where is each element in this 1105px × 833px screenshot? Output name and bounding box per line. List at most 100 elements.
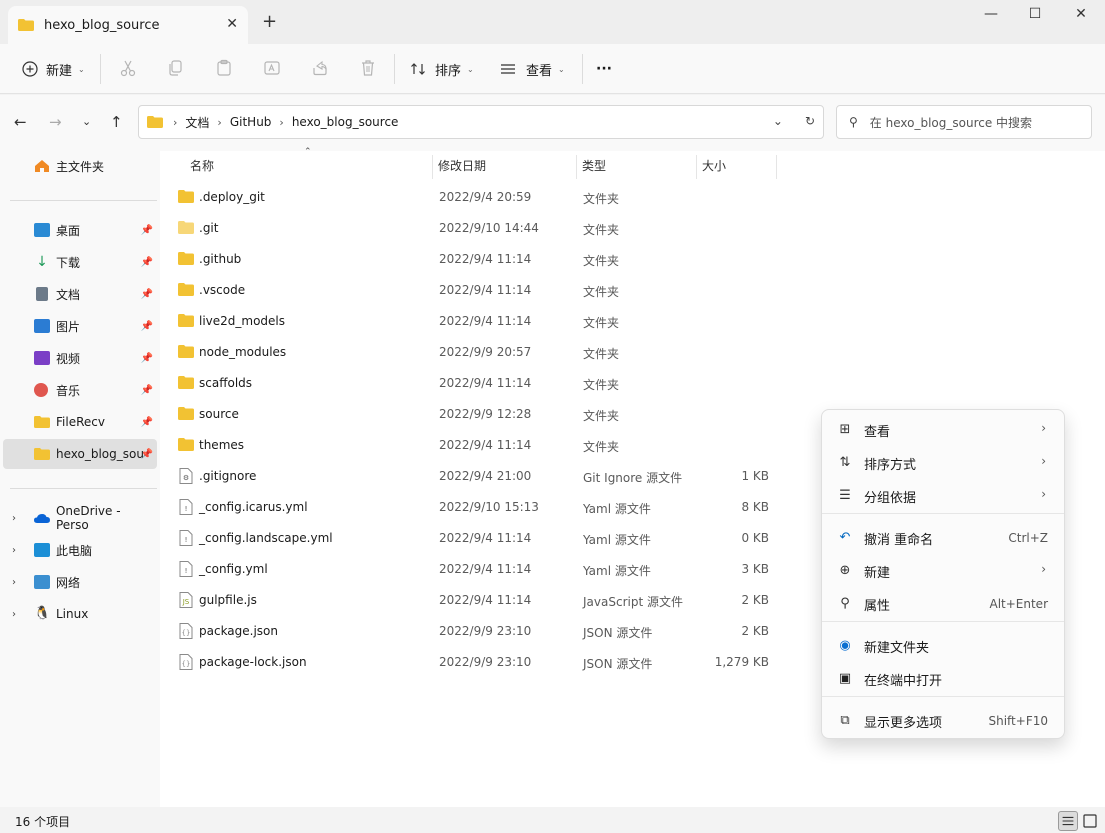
sort-ascending-caret-icon: ⌃	[304, 147, 312, 157]
sidebar-item-home[interactable]: 主文件夹	[0, 151, 157, 181]
sidebar-item-hexo-blog-source[interactable]: hexo_blog_sou 📌	[3, 439, 157, 469]
column-resize-handle[interactable]	[776, 155, 777, 179]
breadcrumb-hexo-blog-source[interactable]: hexo_blog_source	[292, 115, 399, 129]
pin-icon[interactable]: 📌	[141, 257, 153, 268]
sidebar-item-linux[interactable]: › 🐧 Linux	[0, 599, 157, 629]
breadcrumb-separator-icon: ›	[279, 115, 284, 129]
chevron-right-icon: ›	[1041, 421, 1046, 435]
table-row[interactable]: .github 2022/9/4 11:14 文件夹	[160, 244, 1105, 275]
context-menu-item[interactable]: ⚲ 属性 Alt+Enter	[826, 588, 1062, 620]
breadcrumb-documents[interactable]: 文档	[185, 114, 209, 131]
chevron-right-icon[interactable]: ›	[12, 513, 16, 524]
divider	[10, 488, 157, 489]
context-menu-item[interactable]: ⊕ 新建 ›	[826, 555, 1062, 587]
table-row[interactable]: .vscode 2022/9/4 11:14 文件夹	[160, 275, 1105, 306]
column-resize-handle[interactable]	[576, 155, 577, 179]
table-row[interactable]: .git 2022/9/10 14:44 文件夹	[160, 213, 1105, 244]
sidebar-item-music[interactable]: 音乐 📌	[0, 375, 157, 405]
recent-locations-chevron-icon[interactable]: ⌄	[82, 115, 91, 128]
table-row[interactable]: .deploy_git 2022/9/4 20:59 文件夹	[160, 182, 1105, 213]
file-type: Yaml 源文件	[583, 564, 651, 578]
up-arrow-icon[interactable]: ↑	[110, 113, 123, 131]
column-header-modified[interactable]: 修改日期	[438, 157, 486, 174]
tab-hexo-blog-source[interactable]: hexo_blog_source ✕	[8, 6, 248, 44]
new-tab-button[interactable]: +	[262, 12, 277, 32]
chevron-right-icon[interactable]: ›	[12, 545, 16, 556]
paste-icon[interactable]	[214, 58, 234, 78]
sort-button[interactable]: 排序 ⌄	[410, 57, 474, 81]
breadcrumb-separator-icon: ›	[217, 115, 222, 129]
thumbnail-view-icon[interactable]	[1080, 811, 1100, 831]
column-header-type[interactable]: 类型	[582, 157, 606, 174]
column-header-name[interactable]: 名称	[190, 157, 214, 174]
context-menu-item[interactable]: ↶ 撤消 重命名 Ctrl+Z	[826, 522, 1062, 554]
network-icon	[34, 575, 50, 589]
sidebar-item-label: 下载	[56, 255, 81, 270]
new-button[interactable]: 新建 ⌄	[22, 57, 85, 81]
column-header-size[interactable]: 大小	[702, 157, 726, 174]
more-options-button[interactable]: ···	[596, 57, 612, 81]
sidebar-item-desktop[interactable]: 桌面 📌	[0, 215, 157, 245]
context-menu-item[interactable]: ☰ 分组依据 ›	[826, 480, 1062, 512]
context-menu-item[interactable]: ◉ 新建文件夹	[826, 630, 1062, 662]
pin-icon[interactable]: 📌	[141, 417, 153, 428]
pin-icon[interactable]: 📌	[141, 321, 153, 332]
undo-icon: ↶	[839, 530, 851, 545]
rename-icon[interactable]	[262, 58, 282, 78]
search-box[interactable]: ⚲ 在 hexo_blog_source 中搜索	[836, 105, 1092, 139]
pin-icon[interactable]: 📌	[141, 289, 153, 300]
close-button[interactable]: ✕	[1058, 6, 1104, 26]
breadcrumb-github[interactable]: GitHub	[230, 115, 272, 129]
sidebar-item-pictures[interactable]: 图片 📌	[0, 311, 157, 341]
address-history-chevron-icon[interactable]: ⌄	[773, 114, 783, 128]
folder-icon	[147, 116, 163, 128]
back-arrow-icon[interactable]: ←	[14, 113, 27, 131]
details-view-icon[interactable]	[1058, 811, 1078, 831]
sidebar-item-onedrive[interactable]: › OneDrive - Perso	[0, 503, 157, 533]
address-bar[interactable]: › 文档 › GitHub › hexo_blog_source ⌄ ↻	[138, 105, 824, 139]
sidebar-item-this-pc[interactable]: › 此电脑	[0, 535, 157, 565]
forward-arrow-icon[interactable]: →	[49, 113, 62, 131]
file-modified: 2022/9/4 11:14	[439, 562, 532, 576]
pin-icon[interactable]: 📌	[141, 385, 153, 396]
download-icon: ↓	[36, 254, 48, 270]
column-resize-handle[interactable]	[432, 155, 433, 179]
cut-icon[interactable]	[118, 58, 138, 78]
pin-icon[interactable]: 📌	[141, 353, 153, 364]
sort-button-label: 排序	[435, 63, 462, 79]
column-resize-handle[interactable]	[696, 155, 697, 179]
file-type: Git Ignore 源文件	[583, 471, 683, 485]
share-icon[interactable]	[310, 58, 330, 78]
view-button[interactable]: 查看 ⌄	[500, 57, 565, 81]
delete-icon[interactable]	[358, 58, 378, 78]
sidebar-item-filerecv[interactable]: FileRecv 📌	[0, 407, 157, 437]
context-menu-item[interactable]: ⊞ 查看 ›	[826, 414, 1062, 446]
context-menu-item[interactable]: ⧉ 显示更多选项 Shift+F10	[826, 705, 1062, 737]
table-row[interactable]: scaffolds 2022/9/4 11:14 文件夹	[160, 368, 1105, 399]
file-yaml-icon: !	[179, 530, 193, 546]
context-menu-item[interactable]: ▣ 在终端中打开	[826, 663, 1062, 695]
sidebar-item-network[interactable]: › 网络	[0, 567, 157, 597]
chevron-right-icon[interactable]: ›	[12, 609, 16, 620]
menu-item-label: 属性	[864, 599, 891, 614]
minimize-button[interactable]: —	[968, 6, 1014, 26]
context-menu-item[interactable]: ⇅ 排序方式 ›	[826, 447, 1062, 479]
file-type: JSON 源文件	[583, 626, 653, 640]
copy-icon[interactable]	[166, 58, 186, 78]
sidebar-item-documents[interactable]: 文档 📌	[0, 279, 157, 309]
sidebar-item-videos[interactable]: 视频 📌	[0, 343, 157, 373]
file-type: 文件夹	[583, 254, 620, 268]
svg-text:{}: {}	[182, 629, 191, 637]
svg-text:⚙: ⚙	[183, 474, 189, 482]
refresh-icon[interactable]: ↻	[805, 114, 815, 128]
sort-icon: ⇅	[839, 455, 851, 470]
tab-close-icon[interactable]: ✕	[226, 16, 238, 32]
sidebar-item-downloads[interactable]: ↓ 下载 📌	[0, 247, 157, 277]
table-row[interactable]: node_modules 2022/9/9 20:57 文件夹	[160, 337, 1105, 368]
music-icon	[34, 383, 48, 397]
table-row[interactable]: live2d_models 2022/9/4 11:14 文件夹	[160, 306, 1105, 337]
maximize-button[interactable]: ☐	[1012, 6, 1058, 26]
chevron-right-icon[interactable]: ›	[12, 577, 16, 588]
pin-icon[interactable]: 📌	[141, 449, 153, 460]
pin-icon[interactable]: 📌	[141, 225, 153, 236]
